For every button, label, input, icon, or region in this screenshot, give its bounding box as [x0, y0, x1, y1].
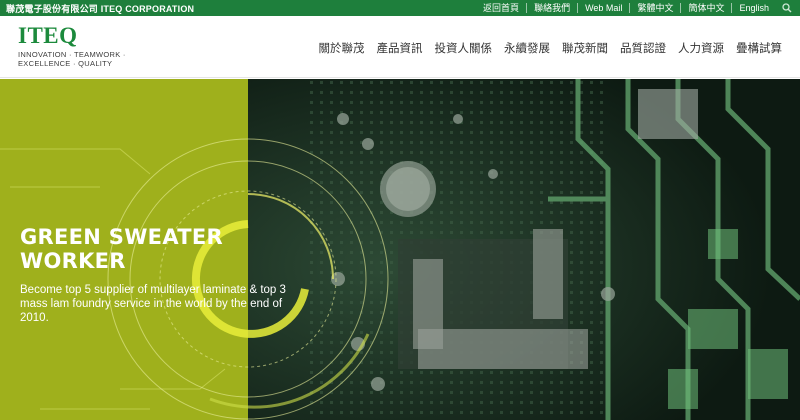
top-bar: 聯茂電子股份有限公司 ITEQ CORPORATION 返回首頁 聯絡我們 We…: [0, 0, 800, 16]
hero-title: GREEN SWEATER WORKER: [20, 225, 223, 273]
top-link-webmail[interactable]: Web Mail: [577, 3, 629, 13]
hero-description: Become top 5 supplier of multilayer lami…: [20, 284, 286, 324]
top-link-traditional-chinese[interactable]: 繁體中文: [629, 3, 680, 13]
top-links: 返回首頁 聯絡我們 Web Mail 繁體中文 簡体中文 English: [476, 0, 794, 16]
logo-tagline: INNOVATION · TEAMWORK · EXCELLENCE · QUA…: [18, 50, 126, 68]
nav-investors[interactable]: 投資人關係: [429, 38, 499, 60]
nav-products[interactable]: 產品資訊: [371, 38, 429, 60]
top-link-contact[interactable]: 聯絡我們: [526, 3, 577, 13]
search-icon[interactable]: [780, 1, 794, 15]
nav-about[interactable]: 關於聯茂: [313, 38, 371, 60]
logo-wordmark: ITEQ: [18, 23, 78, 48]
top-link-home[interactable]: 返回首頁: [476, 3, 526, 13]
nav-news[interactable]: 聯茂新聞: [556, 38, 614, 60]
top-link-english[interactable]: English: [731, 3, 776, 13]
nav-sustainability[interactable]: 永續發展: [498, 38, 556, 60]
nav-stackup-calculator[interactable]: 疊構試算: [730, 38, 788, 60]
top-link-simplified-chinese[interactable]: 簡体中文: [680, 3, 731, 13]
nav-quality[interactable]: 品質認證: [614, 38, 672, 60]
main-navigation: 關於聯茂 產品資訊 投資人關係 永續發展 聯茂新聞 品質認證 人力資源 疊構試算: [313, 38, 789, 60]
site-header: ITEQ INNOVATION · TEAMWORK · EXCELLENCE …: [0, 16, 800, 78]
iteq-logo[interactable]: ITEQ INNOVATION · TEAMWORK · EXCELLENCE …: [18, 23, 126, 69]
hero-banner: GREEN SWEATER WORKER Become top 5 suppli…: [0, 79, 800, 420]
nav-careers[interactable]: 人力資源: [672, 38, 730, 60]
corporation-name: 聯茂電子股份有限公司 ITEQ CORPORATION: [6, 3, 195, 14]
